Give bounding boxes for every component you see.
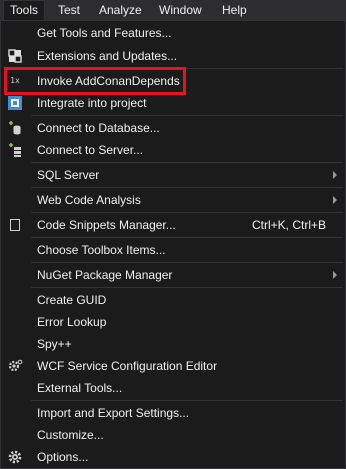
menu-item-get-tools-and-features[interactable]: Get Tools and Features... [1, 22, 345, 44]
snippet-icon [7, 217, 23, 233]
menu-item-sql-server[interactable]: SQL Server [1, 164, 345, 186]
menu-item-label: Customize... [37, 428, 104, 442]
menu-item-options[interactable]: Options... [1, 446, 345, 468]
menu-item-label: Code Snippets Manager... [37, 218, 176, 232]
submenu-arrow-icon [333, 271, 337, 279]
menu-item-label: SQL Server [37, 168, 100, 182]
menu-item-label: Error Lookup [37, 315, 107, 329]
menu-item-connect-to-server[interactable]: Connect to Server... [1, 139, 345, 161]
separator [31, 162, 343, 163]
menu-item-spy-plus-plus[interactable]: Spy++ [1, 333, 345, 355]
menu-item-create-guid[interactable]: Create GUID [1, 289, 345, 311]
menu-item-label: Integrate into project [37, 96, 147, 110]
separator [31, 262, 343, 263]
menu-tools[interactable]: Tools [3, 0, 45, 20]
menu-item-label: External Tools... [37, 381, 123, 395]
menu-item-label: Web Code Analysis [37, 193, 141, 207]
visual-studio-tools-menu-screenshot: Tools Test Analyze Window Help Get Tools… [0, 0, 346, 469]
submenu-arrow-icon [333, 171, 337, 179]
menu-item-label: WCF Service Configuration Editor [37, 359, 218, 373]
menu-item-error-lookup[interactable]: Error Lookup [1, 311, 345, 333]
integrate-icon [7, 95, 23, 111]
menu-help[interactable]: Help [216, 0, 253, 20]
database-connect-icon [7, 120, 23, 136]
menu-item-label: Create GUID [37, 293, 107, 307]
menu-item-nuget-package-manager[interactable]: NuGet Package Manager [1, 264, 345, 286]
menu-item-label: Options... [37, 450, 89, 464]
menu-bar: Tools Test Analyze Window Help [0, 0, 346, 20]
separator [31, 212, 343, 213]
menu-item-import-and-export-settings[interactable]: Import and Export Settings... [1, 402, 345, 424]
menu-item-customize[interactable]: Customize... [1, 424, 345, 446]
menu-item-web-code-analysis[interactable]: Web Code Analysis [1, 189, 345, 211]
menu-test[interactable]: Test [52, 0, 86, 20]
menu-item-label: Import and Export Settings... [37, 406, 190, 420]
menu-analyze[interactable]: Analyze [93, 0, 148, 20]
wcf-gear-icon [7, 358, 23, 374]
menu-item-integrate-into-project[interactable]: Integrate into project [1, 92, 345, 114]
menu-item-connect-to-database[interactable]: Connect to Database... [1, 117, 345, 139]
menu-item-label: Connect to Database... [37, 121, 160, 135]
separator [31, 237, 343, 238]
menu-item-label: NuGet Package Manager [37, 268, 173, 282]
menu-item-label: Get Tools and Features... [37, 26, 172, 40]
menu-item-external-tools[interactable]: External Tools... [1, 377, 345, 399]
menu-item-label: Choose Toolbox Items... [37, 243, 166, 257]
separator [31, 287, 343, 288]
menu-item-extensions-and-updates[interactable]: Extensions and Updates... [1, 45, 345, 67]
separator [31, 115, 343, 116]
menu-item-label: Spy++ [37, 337, 72, 351]
submenu-arrow-icon [333, 196, 337, 204]
tools-dropdown-menu: Get Tools and Features... Extensions and… [0, 20, 346, 469]
highlight-annotation-box [4, 67, 186, 95]
extensions-icon [7, 48, 23, 64]
gear-icon [7, 449, 23, 465]
menu-item-wcf-service-configuration-editor[interactable]: WCF Service Configuration Editor [1, 355, 345, 377]
menu-window[interactable]: Window [153, 0, 208, 20]
menu-item-choose-toolbox-items[interactable]: Choose Toolbox Items... [1, 239, 345, 261]
menu-item-code-snippets-manager[interactable]: Code Snippets Manager... Ctrl+K, Ctrl+B [1, 214, 345, 236]
menu-item-label: Connect to Server... [37, 143, 144, 157]
separator [31, 400, 343, 401]
separator [31, 187, 343, 188]
shortcut-text: Ctrl+K, Ctrl+B [251, 218, 326, 232]
server-connect-icon [7, 142, 23, 158]
menu-item-label: Extensions and Updates... [37, 49, 178, 63]
